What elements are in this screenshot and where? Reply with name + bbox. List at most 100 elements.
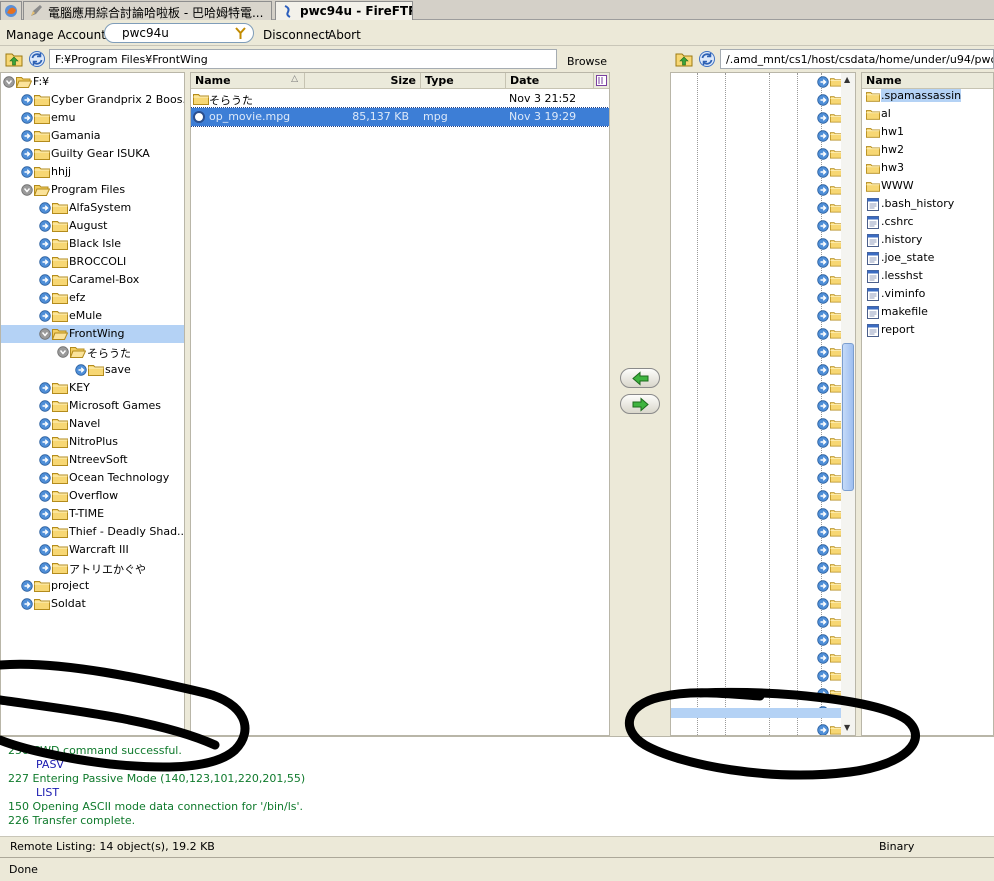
scroll-thumb[interactable]	[842, 343, 854, 491]
expand-icon[interactable]	[817, 400, 829, 412]
local-tree-item[interactable]: Caramel-Box	[1, 271, 184, 289]
expand-icon[interactable]	[817, 418, 829, 430]
connection-log[interactable]: 250 CWD command successful. PASV 227 Enter…	[0, 736, 994, 836]
expand-icon[interactable]	[817, 688, 829, 700]
local-tree-item[interactable]: NtreevSoft	[1, 451, 184, 469]
expand-icon[interactable]	[817, 616, 829, 628]
local-tree-item[interactable]: emu	[1, 109, 184, 127]
local-folder-tree[interactable]: F:¥ Cyber Grandprix 2 Boos... emu Gamania Gu…	[0, 72, 185, 736]
expand-icon[interactable]	[21, 580, 33, 592]
local-tree-item[interactable]: Guilty Gear ISUKA	[1, 145, 184, 163]
local-tree-item[interactable]: Ocean Technology	[1, 469, 184, 487]
abort-button[interactable]: Abort	[328, 28, 361, 42]
expand-icon[interactable]	[817, 634, 829, 646]
expand-icon[interactable]	[39, 220, 51, 232]
column-size-header[interactable]: Size	[305, 73, 421, 89]
expand-icon[interactable]	[21, 598, 33, 610]
disconnect-button[interactable]: Disconnect	[263, 28, 330, 42]
local-tree-item[interactable]: Navel	[1, 415, 184, 433]
expand-icon[interactable]	[39, 292, 51, 304]
local-tree-item[interactable]: Thief - Deadly Shad...	[1, 523, 184, 541]
column-date-header[interactable]: Date	[506, 73, 594, 89]
local-tree-item[interactable]: eMule	[1, 307, 184, 325]
local-tree-item[interactable]: NitroPlus	[1, 433, 184, 451]
expand-icon[interactable]	[817, 112, 829, 124]
expand-icon[interactable]	[817, 130, 829, 142]
collapse-icon[interactable]	[57, 346, 69, 358]
expand-icon[interactable]	[817, 184, 829, 196]
local-tree-item[interactable]: BROCCOLI	[1, 253, 184, 271]
local-tree-item[interactable]: FrontWing	[1, 325, 184, 343]
remote-path-input[interactable]: /.amd_mnt/cs1/host/csdata/home/under/u94…	[720, 49, 994, 69]
local-tree-item[interactable]: Gamania	[1, 127, 184, 145]
expand-icon[interactable]	[817, 562, 829, 574]
parent-folder-icon[interactable]	[675, 50, 693, 68]
expand-icon[interactable]	[817, 220, 829, 232]
scroll-down-icon[interactable]: ▼	[844, 723, 850, 732]
expand-icon[interactable]	[39, 490, 51, 502]
local-tree-item[interactable]: アトリエかぐや	[1, 559, 184, 577]
tab-fireftp[interactable]: pwc94u - FireFTP	[275, 1, 413, 20]
expand-icon[interactable]	[817, 670, 829, 682]
local-tree-item[interactable]: KEY	[1, 379, 184, 397]
column-picker-button[interactable]	[594, 73, 609, 89]
expand-icon[interactable]	[39, 562, 51, 574]
local-tree-item[interactable]: T-TIME	[1, 505, 184, 523]
expand-icon[interactable]	[39, 454, 51, 466]
expand-icon[interactable]	[21, 112, 33, 124]
collapse-icon[interactable]	[3, 76, 15, 88]
upload-button[interactable]	[620, 394, 660, 414]
collapse-icon[interactable]	[21, 184, 33, 196]
expand-icon[interactable]	[817, 508, 829, 520]
expand-icon[interactable]	[817, 292, 829, 304]
expand-icon[interactable]	[817, 148, 829, 160]
remote-column-name-header[interactable]: Name	[862, 73, 993, 89]
local-file-row[interactable]: そらうた Nov 3 21:52	[191, 90, 609, 108]
local-tree-item[interactable]: Soldat	[1, 595, 184, 613]
expand-icon[interactable]	[817, 454, 829, 466]
expand-icon[interactable]	[75, 364, 87, 376]
expand-icon[interactable]	[817, 580, 829, 592]
expand-icon[interactable]	[817, 724, 829, 736]
browse-button[interactable]: Browse	[567, 55, 607, 68]
expand-icon[interactable]	[817, 274, 829, 286]
column-name-header[interactable]: Name △	[191, 73, 305, 89]
download-button[interactable]	[620, 368, 660, 388]
expand-icon[interactable]	[39, 436, 51, 448]
account-select[interactable]: pwc94u	[104, 23, 254, 43]
expand-icon[interactable]	[39, 382, 51, 394]
expand-icon[interactable]	[39, 508, 51, 520]
tab-bahamut[interactable]: 電腦應用綜合討論哈啦板 - 巴哈姆特電...	[23, 1, 272, 20]
expand-icon[interactable]	[817, 166, 829, 178]
expand-icon[interactable]	[39, 202, 51, 214]
scroll-up-icon[interactable]: ▲	[844, 75, 850, 84]
expand-icon[interactable]	[817, 382, 829, 394]
local-tree-item[interactable]: そらうた	[1, 343, 184, 361]
expand-icon[interactable]	[39, 238, 51, 250]
expand-icon[interactable]	[21, 148, 33, 160]
local-tree-item[interactable]: hhjj	[1, 163, 184, 181]
local-tree-item[interactable]: efz	[1, 289, 184, 307]
expand-icon[interactable]	[21, 166, 33, 178]
local-file-list[interactable]: Name △ Size Type Date そらうた Nov 3 21:52 op_m…	[190, 72, 610, 736]
expand-icon[interactable]	[817, 202, 829, 214]
expand-icon[interactable]	[39, 418, 51, 430]
expand-icon[interactable]	[817, 238, 829, 250]
local-tree-item[interactable]: AlfaSystem	[1, 199, 184, 217]
expand-icon[interactable]	[817, 328, 829, 340]
local-path-input[interactable]: F:¥Program Files¥FrontWing	[49, 49, 557, 69]
expand-icon[interactable]	[817, 598, 829, 610]
column-type-header[interactable]: Type	[421, 73, 506, 89]
expand-icon[interactable]	[817, 310, 829, 322]
local-tree-item[interactable]: Program Files	[1, 181, 184, 199]
expand-icon[interactable]	[817, 652, 829, 664]
refresh-icon[interactable]	[698, 50, 716, 68]
local-tree-item[interactable]: August	[1, 217, 184, 235]
expand-icon[interactable]	[817, 544, 829, 556]
expand-icon[interactable]	[817, 490, 829, 502]
expand-icon[interactable]	[39, 544, 51, 556]
expand-icon[interactable]	[21, 94, 33, 106]
refresh-icon[interactable]	[28, 50, 46, 68]
expand-icon[interactable]	[21, 130, 33, 142]
local-tree-item[interactable]: F:¥	[1, 73, 184, 91]
